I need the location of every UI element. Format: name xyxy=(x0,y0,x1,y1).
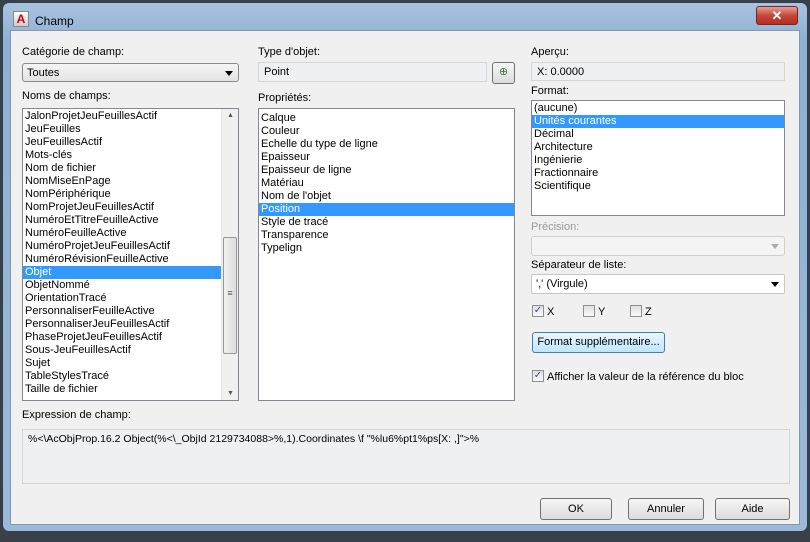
property-item[interactable]: Couleur xyxy=(259,125,514,138)
preview-label: Aperçu: xyxy=(531,46,569,58)
property-item[interactable]: Epaisseur xyxy=(259,151,514,164)
field-name-item[interactable]: NomProjetJeuFeuillesActif xyxy=(23,201,222,214)
field-name-item[interactable]: Mots-clés xyxy=(23,149,222,162)
property-item[interactable]: Matériau xyxy=(259,177,514,190)
separator-value: ',' (Virgule) xyxy=(536,278,588,290)
chevron-down-icon xyxy=(771,282,779,287)
property-item[interactable]: Position xyxy=(259,203,514,216)
field-name-item[interactable]: JeuFeuillesActif xyxy=(23,136,222,149)
field-name-item[interactable]: Taille de fichier xyxy=(23,383,222,396)
property-item[interactable]: Typelign xyxy=(259,242,514,255)
field-name-item[interactable]: JeuFeuilles xyxy=(23,123,222,136)
field-name-item[interactable]: PersonnaliserFeuilleActive xyxy=(23,305,222,318)
precision-label: Précision: xyxy=(531,221,580,233)
format-item[interactable]: Scientifique xyxy=(532,180,784,193)
select-object-icon: ⊕ xyxy=(498,66,509,78)
block-reference-label: Afficher la valeur de la référence du bl… xyxy=(547,371,744,383)
category-label: Catégorie de champ: xyxy=(22,46,125,58)
property-item[interactable]: Style de tracé xyxy=(259,216,514,229)
field-name-item[interactable]: Objet xyxy=(23,266,222,279)
field-name-item[interactable]: Sujet xyxy=(23,357,222,370)
select-object-button[interactable]: ⊕ xyxy=(492,62,515,84)
property-item[interactable]: Calque xyxy=(259,112,514,125)
checkbox-z-label: Z xyxy=(645,306,652,318)
close-button[interactable]: ✕ xyxy=(756,6,798,25)
format-item[interactable]: Unités courantes xyxy=(532,115,784,128)
field-name-item[interactable]: OrientationTracé xyxy=(23,292,222,305)
property-item[interactable]: Nom de l'objet xyxy=(259,190,514,203)
scroll-up-icon[interactable]: ▲ xyxy=(227,112,234,119)
format-list[interactable]: (aucune) Unités courantes Décimal Architect… xyxy=(531,100,785,216)
checkbox-z[interactable] xyxy=(630,305,642,317)
format-item[interactable]: (aucune) xyxy=(532,102,784,115)
field-name-item[interactable]: Nom de fichier xyxy=(23,162,222,175)
separator-dropdown[interactable]: ',' (Virgule) xyxy=(531,274,785,294)
checkbox-y-label: Y xyxy=(598,306,606,318)
field-name-item[interactable]: NomMiseEnPage xyxy=(23,175,222,188)
block-reference-checkbox[interactable]: ✓ xyxy=(532,370,544,382)
field-names-label: Noms de champs: xyxy=(22,90,111,102)
object-type-label: Type d'objet: xyxy=(258,46,321,58)
format-label: Format: xyxy=(531,85,569,97)
autocad-icon: A xyxy=(13,11,29,27)
object-type-field: Point xyxy=(258,62,487,82)
preview-field: X: 0.0000 xyxy=(531,62,785,81)
properties-list[interactable]: Calque Couleur Echelle du type de ligne Epa… xyxy=(258,108,515,401)
chevron-down-icon xyxy=(771,244,779,249)
expression-label: Expression de champ: xyxy=(22,409,131,421)
separator-label: Séparateur de liste: xyxy=(531,259,627,271)
checkbox-y[interactable] xyxy=(583,305,595,317)
cancel-button[interactable]: Annuler xyxy=(628,498,704,520)
field-name-item[interactable]: JalonProjetJeuFeuillesActif xyxy=(23,110,222,123)
ok-button[interactable]: OK xyxy=(540,498,612,520)
field-name-item[interactable]: NuméroEtTitreFeuilleActive xyxy=(23,214,222,227)
window-title: Champ xyxy=(35,14,74,28)
property-item[interactable]: Echelle du type de ligne xyxy=(259,138,514,151)
checkbox-x-label: X xyxy=(547,306,555,318)
category-value: Toutes xyxy=(27,67,60,79)
field-name-item[interactable]: NomPériphérique xyxy=(23,188,222,201)
properties-label: Propriétés: xyxy=(258,92,312,104)
field-names-scrollbar[interactable]: ▲ ≡ ▼ xyxy=(221,109,238,400)
help-button[interactable]: Aide xyxy=(715,498,790,520)
field-name-item[interactable]: Sous-JeuFeuillesActif xyxy=(23,344,222,357)
expression-field[interactable]: %<\AcObjProp.16.2 Object(%<\_ObjId 21297… xyxy=(22,429,790,484)
field-names-list[interactable]: JalonProjetJeuFeuillesActif JeuFeuilles Je… xyxy=(22,108,239,401)
additional-format-button[interactable]: Format supplémentaire... xyxy=(532,332,665,353)
checkbox-x[interactable]: ✓ xyxy=(532,305,544,317)
field-name-item[interactable]: NuméroProjetJeuFeuillesActif xyxy=(23,240,222,253)
field-name-item[interactable]: ObjetNommé xyxy=(23,279,222,292)
scroll-down-icon[interactable]: ▼ xyxy=(227,390,234,397)
format-item[interactable]: Architecture xyxy=(532,141,784,154)
format-item[interactable]: Fractionnaire xyxy=(532,167,784,180)
scrollbar-thumb[interactable]: ≡ xyxy=(223,237,237,354)
category-dropdown[interactable]: Toutes xyxy=(22,63,239,82)
format-item[interactable]: Décimal xyxy=(532,128,784,141)
field-name-item[interactable]: TableStylesTracé xyxy=(23,370,222,383)
chevron-down-icon xyxy=(225,71,233,76)
field-name-item[interactable]: PhaseProjetJeuFeuillesActif xyxy=(23,331,222,344)
property-item[interactable]: Epaisseur de ligne xyxy=(259,164,514,177)
field-name-item[interactable]: PersonnaliserJeuFeuillesActif xyxy=(23,318,222,331)
property-item[interactable]: Transparence xyxy=(259,229,514,242)
format-item[interactable]: Ingénierie xyxy=(532,154,784,167)
field-name-item[interactable]: NuméroFeuilleActive xyxy=(23,227,222,240)
precision-dropdown xyxy=(531,236,785,256)
close-icon: ✕ xyxy=(771,8,783,23)
field-name-item[interactable]: NuméroRévisionFeuilleActive xyxy=(23,253,222,266)
